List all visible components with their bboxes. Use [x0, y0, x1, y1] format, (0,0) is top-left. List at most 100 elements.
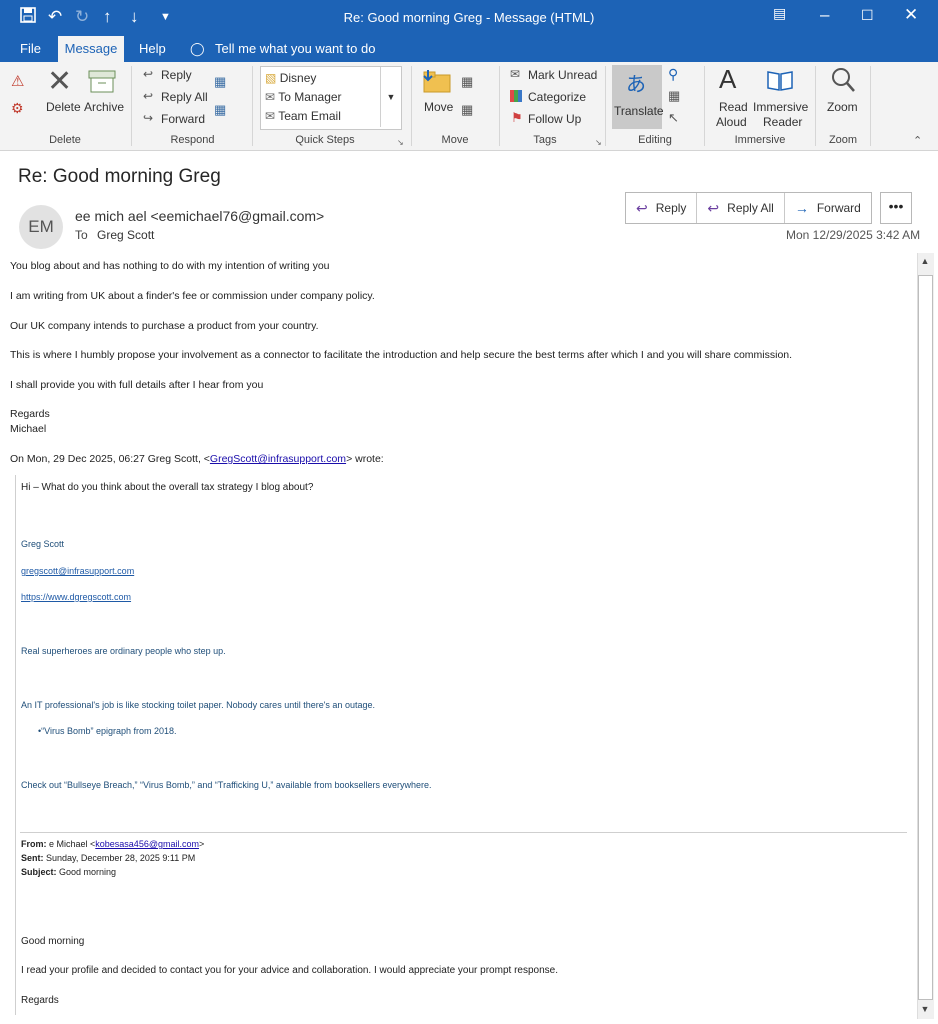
- reply-icon: ↩: [636, 199, 648, 216]
- onenote-icon[interactable]: ▦: [461, 102, 473, 118]
- rules-icon[interactable]: ▦: [461, 74, 473, 90]
- greg-email-link[interactable]: GregScott@infrasupport.com: [210, 453, 346, 465]
- body-line: Our UK company intends to purchase a pro…: [10, 320, 319, 332]
- tab-message[interactable]: Message: [58, 36, 124, 62]
- orig-from: From: e Michael <kobesasa456@gmail.com>: [21, 839, 205, 849]
- junk-icon[interactable]: ⚙: [11, 100, 24, 117]
- collapse-ribbon-icon[interactable]: ⌃: [913, 134, 922, 147]
- orig-body-line: I read your profile and decided to conta…: [21, 965, 558, 976]
- quickstep-to-manager[interactable]: ✉ To Manager: [265, 90, 342, 104]
- signature-url-link[interactable]: https://www.dgregscott.com: [21, 592, 131, 602]
- find-icon[interactable]: ⚲: [668, 66, 678, 83]
- tab-help[interactable]: Help: [139, 41, 166, 56]
- window-title: Re: Good morning Greg - Message (HTML): [343, 10, 595, 25]
- sender[interactable]: ee mich ael <eemichael76@gmail.com>: [75, 208, 324, 224]
- follow-up-button[interactable]: Follow Up: [528, 112, 581, 126]
- quick-steps-gallery: ▧ Disney ✉ To Manager ✉ Team Email ▼: [260, 66, 402, 130]
- replace-icon[interactable]: ▦: [668, 88, 680, 104]
- orig-body-line: Good morning: [21, 936, 85, 947]
- maximize-icon[interactable]: ☐: [861, 7, 874, 24]
- reply-all-icon: ↩: [707, 199, 720, 216]
- zoom-icon[interactable]: [830, 66, 856, 97]
- respond-group-label: Respond: [170, 134, 215, 146]
- divider: [499, 66, 500, 146]
- forward-icon: →: [794, 200, 809, 216]
- immersive-reader-label-2: Reader: [763, 115, 803, 129]
- quick-steps-group-label: Quick Steps: [295, 134, 355, 146]
- quickstep-disney[interactable]: ▧ Disney: [265, 71, 316, 85]
- mark-unread-icon: ✉: [510, 67, 521, 81]
- divider: [870, 66, 871, 146]
- message-actions: ↩ Reply ↩ Reply All → Forward: [625, 192, 872, 224]
- archive-button[interactable]: Archive: [84, 100, 124, 114]
- quoted-line: Hi – What do you think about the overall…: [21, 482, 314, 493]
- forward-action-button[interactable]: → Forward: [785, 193, 871, 223]
- body-line: I am writing from UK about a finder's fe…: [10, 290, 375, 302]
- delete-group-label: Delete: [49, 134, 81, 146]
- more-respond-icon[interactable]: ▦: [214, 102, 226, 118]
- signature-tagline: Real superheroes are ordinary people who…: [21, 646, 226, 656]
- orig-subject: Subject: Good morning: [21, 867, 117, 877]
- archive-icon[interactable]: [88, 70, 116, 97]
- read-aloud-button[interactable]: Read: [719, 100, 748, 114]
- reply-icon: ↩: [143, 67, 154, 81]
- zoom-button[interactable]: Zoom: [827, 100, 858, 114]
- translate-button[interactable]: あ Translate: [612, 65, 664, 129]
- scrollbar-thumb[interactable]: [918, 275, 933, 1000]
- close-icon[interactable]: ✕: [904, 5, 918, 25]
- body-line: You blog about and has nothing to do wit…: [10, 260, 330, 272]
- tell-me-search[interactable]: Tell me what you want to do: [215, 41, 375, 56]
- scroll-up-icon[interactable]: ▲: [917, 256, 933, 270]
- menu-bar: File Message Help ◯ Tell me what you wan…: [0, 34, 938, 62]
- forward-icon: ↪: [143, 111, 154, 125]
- move-folder-icon[interactable]: [422, 68, 452, 97]
- recipient[interactable]: Greg Scott: [97, 228, 154, 242]
- immersive-reader-button[interactable]: Immersive: [753, 100, 808, 114]
- flag-icon: ⚑: [511, 110, 523, 125]
- body-line: Regards: [10, 408, 50, 420]
- categorize-button[interactable]: Categorize: [528, 90, 586, 104]
- ignore-icon[interactable]: ⚠: [11, 72, 24, 90]
- quickstep-team-email[interactable]: ✉ Team Email: [265, 109, 341, 123]
- move-button[interactable]: Move: [424, 100, 453, 114]
- tab-file[interactable]: File: [20, 41, 41, 56]
- gallery-expand-icon[interactable]: ▼: [380, 67, 401, 127]
- divider: [605, 66, 606, 146]
- forward-button[interactable]: Forward: [161, 112, 205, 126]
- avatar[interactable]: EM: [19, 205, 63, 249]
- mark-unread-button[interactable]: Mark Unread: [528, 68, 597, 82]
- read-aloud-icon[interactable]: A: [719, 64, 736, 95]
- divider: [411, 66, 412, 146]
- reply-all-action-button[interactable]: ↩ Reply All: [697, 193, 785, 223]
- scroll-down-icon[interactable]: ▼: [917, 1004, 933, 1018]
- delete-icon[interactable]: ✕: [47, 64, 72, 99]
- folder-icon: ▧: [265, 71, 277, 85]
- quote-attribution: On Mon, 29 Dec 2025, 06:27 Greg Scott, <…: [10, 453, 384, 465]
- ribbon-display-icon[interactable]: ▤: [773, 5, 786, 22]
- minimize-icon[interactable]: –: [820, 5, 829, 25]
- ribbon: ⚠ ⚙ ✕ Delete Archive Delete ↩ Reply ↩ Re…: [0, 62, 938, 151]
- reply-button[interactable]: Reply: [161, 68, 192, 82]
- divider: [20, 832, 907, 833]
- reply-all-button[interactable]: Reply All: [161, 90, 208, 104]
- more-actions-button[interactable]: •••: [880, 192, 912, 224]
- translate-icon: あ: [626, 74, 646, 96]
- body-line: This is where I humbly propose your invo…: [10, 349, 793, 361]
- select-icon[interactable]: ↖: [668, 110, 679, 126]
- tags-group-label: Tags: [533, 134, 557, 146]
- immersive-reader-icon[interactable]: [766, 68, 794, 95]
- mail-icon: ✉: [265, 109, 276, 123]
- lightbulb-icon: ◯: [190, 41, 205, 56]
- meeting-icon[interactable]: ▦: [214, 74, 226, 90]
- signature-name: Greg Scott: [21, 539, 65, 549]
- signature-email-link[interactable]: gregscott@infrasupport.com: [21, 566, 134, 576]
- forward-mail-icon: ✉: [265, 90, 276, 104]
- dialog-launcher-icon[interactable]: ↘: [595, 138, 602, 147]
- body-line: Michael: [10, 423, 47, 435]
- dialog-launcher-icon[interactable]: ↘: [397, 138, 404, 147]
- to-label: To: [75, 228, 88, 242]
- delete-button[interactable]: Delete: [46, 100, 81, 114]
- orig-sender-email-link[interactable]: kobesasa456@gmail.com: [95, 839, 199, 849]
- reply-action-button[interactable]: ↩ Reply: [626, 193, 698, 223]
- divider: [252, 66, 253, 146]
